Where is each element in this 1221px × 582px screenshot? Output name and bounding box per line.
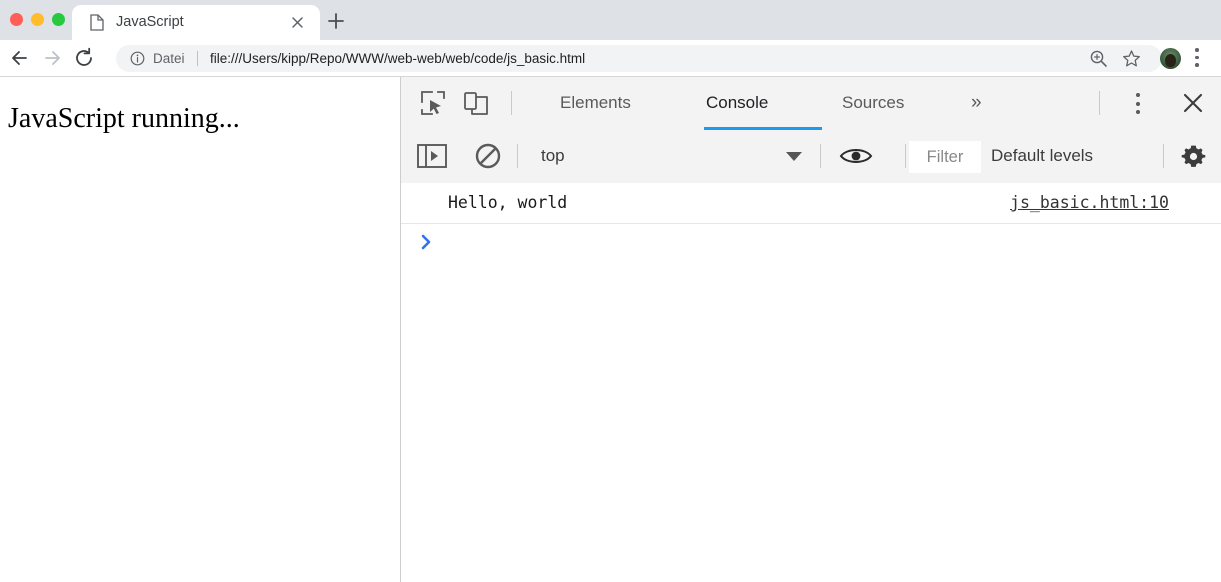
close-icon[interactable] — [289, 14, 306, 31]
filterbar-divider-2 — [820, 144, 821, 168]
profile-avatar[interactable] — [1160, 48, 1181, 69]
address-bar-scheme-label: Datei — [153, 51, 185, 66]
three-dot-menu-icon[interactable] — [1136, 93, 1140, 114]
arrow-left-icon[interactable] — [9, 47, 31, 69]
gear-icon[interactable] — [1181, 144, 1206, 169]
console-filter-placeholder: Filter — [926, 147, 964, 166]
console-message-text: Hello, world — [448, 193, 568, 212]
devtools-tab-bar: Elements Console Sources » — [401, 77, 1221, 131]
avatar-face — [1165, 54, 1176, 67]
console-context-selector[interactable]: top — [541, 130, 565, 182]
console-prompt-row[interactable] — [401, 224, 1221, 262]
address-bar-separator — [197, 51, 198, 66]
browser-window: JavaScript Datei file:///Users/kipp/Repo… — [0, 0, 1221, 582]
console-output[interactable]: Hello, world js_basic.html:10 — [401, 183, 1221, 582]
inspect-element-icon[interactable] — [417, 88, 449, 118]
live-expression-eye-icon[interactable] — [839, 145, 873, 167]
console-message-source-link[interactable]: js_basic.html:10 — [1010, 183, 1169, 223]
devtools-panel: Elements Console Sources » top Filter De… — [401, 77, 1221, 582]
toolbar-divider — [511, 91, 512, 115]
toolbar-divider-right — [1099, 91, 1100, 115]
console-filter-bar: top Filter Default levels — [401, 130, 1221, 184]
console-filter-input[interactable]: Filter — [909, 141, 981, 173]
tab-strip: JavaScript — [0, 0, 1221, 40]
page-viewport: JavaScript running... — [0, 77, 401, 582]
zoom-in-icon[interactable] — [1089, 49, 1108, 68]
page-body-text: JavaScript running... — [8, 103, 240, 134]
browser-tab-title: JavaScript — [116, 14, 184, 30]
tab-elements[interactable]: Elements — [560, 77, 631, 129]
reload-icon[interactable] — [73, 47, 95, 69]
new-tab-button[interactable] — [325, 10, 347, 32]
address-bar[interactable]: Datei file:///Users/kipp/Repo/WWW/web-we… — [116, 45, 1162, 72]
tab-sources[interactable]: Sources — [842, 77, 904, 129]
window-minimize-button[interactable] — [31, 13, 44, 26]
filterbar-divider-1 — [517, 144, 518, 168]
console-log-levels-dropdown[interactable]: Default levels — [991, 130, 1093, 182]
prompt-chevron-icon — [419, 233, 435, 251]
tab-console[interactable]: Console — [706, 77, 768, 129]
window-close-button[interactable] — [10, 13, 23, 26]
browser-toolbar: Datei file:///Users/kipp/Repo/WWW/web-we… — [0, 40, 1221, 77]
more-tabs-icon[interactable]: » — [971, 77, 982, 129]
close-icon[interactable] — [1181, 91, 1205, 115]
star-icon[interactable] — [1122, 49, 1141, 68]
arrow-right-icon — [41, 47, 63, 69]
window-zoom-button[interactable] — [52, 13, 65, 26]
page-icon — [90, 14, 104, 31]
chevron-down-icon[interactable] — [786, 152, 802, 161]
browser-tab-javascript[interactable]: JavaScript — [72, 5, 320, 40]
console-message-row[interactable]: Hello, world js_basic.html:10 — [401, 183, 1221, 224]
console-sidebar-toggle-icon[interactable] — [416, 142, 448, 170]
window-traffic-lights — [10, 13, 65, 26]
filterbar-divider-3 — [905, 144, 906, 168]
address-bar-url[interactable]: file:///Users/kipp/Repo/WWW/web-web/web/… — [210, 45, 585, 72]
filterbar-divider-4 — [1163, 144, 1164, 168]
device-toolbar-icon[interactable] — [461, 88, 493, 118]
info-circle-icon[interactable] — [130, 51, 145, 66]
three-dot-menu-icon[interactable] — [1195, 48, 1199, 68]
clear-console-icon[interactable] — [474, 142, 502, 170]
